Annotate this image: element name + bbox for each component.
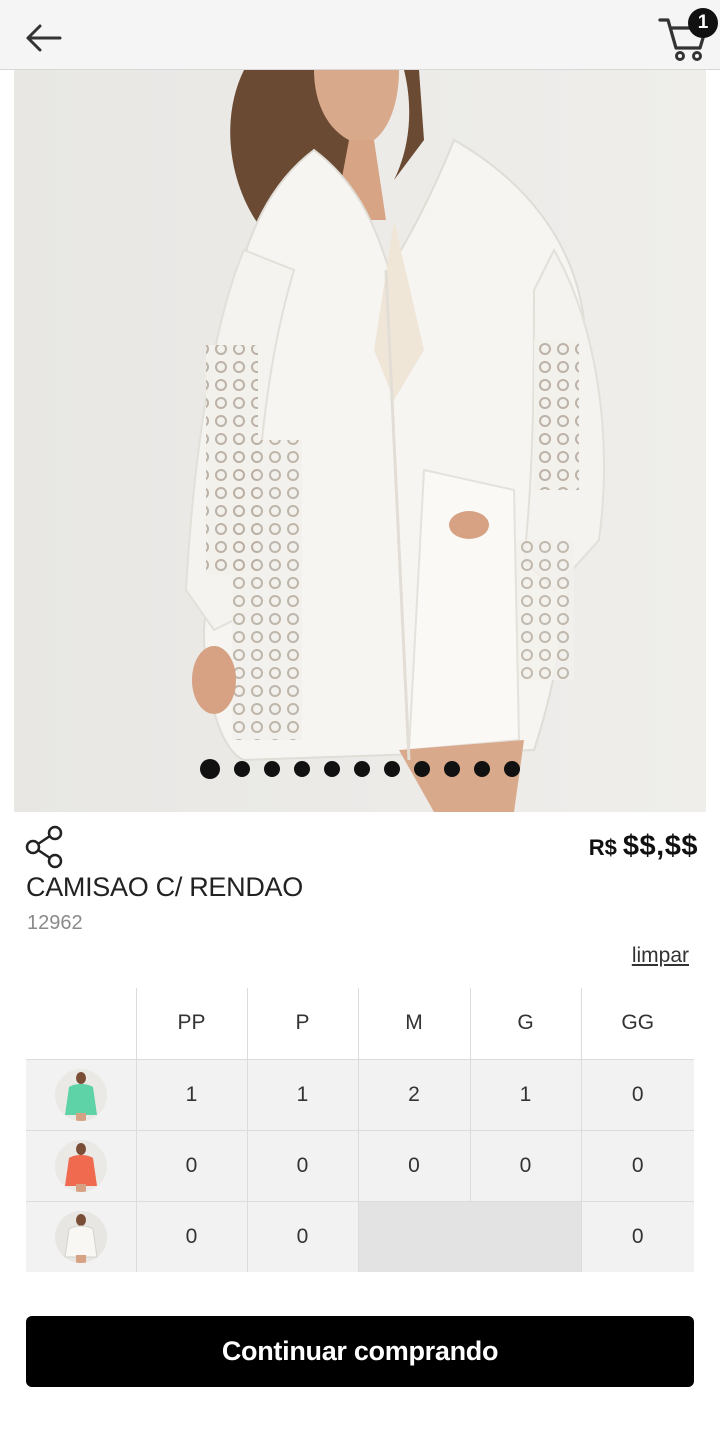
- unavailable-cell: [357, 1200, 470, 1272]
- product-name: CAMISAO C/ RENDAO: [26, 872, 303, 902]
- size-header: P: [246, 988, 358, 1059]
- size-header: G: [469, 988, 581, 1059]
- gallery-dot[interactable]: [474, 761, 490, 777]
- quantity-cell[interactable]: 0: [580, 1129, 694, 1201]
- color-swatch-cell[interactable]: [26, 1058, 136, 1130]
- size-color-quantity-grid: PP P M G GG 1 1 2 1 0 0 0 0 0 0 0 0 0: [26, 988, 694, 1272]
- color-thumbnail-white: [54, 1210, 107, 1263]
- share-icon: [25, 825, 63, 869]
- quantity-cell[interactable]: 0: [580, 1058, 694, 1130]
- gallery-dot[interactable]: [414, 761, 430, 777]
- gallery-dot[interactable]: [234, 761, 250, 777]
- color-thumbnail-green: [54, 1068, 107, 1121]
- quantity-cell[interactable]: 0: [135, 1200, 247, 1272]
- size-header: GG: [580, 988, 694, 1059]
- color-thumbnail-coral: [54, 1139, 107, 1192]
- quantity-cell[interactable]: 2: [357, 1058, 470, 1130]
- gallery-dot[interactable]: [294, 761, 310, 777]
- arrow-left-icon: [26, 24, 62, 52]
- color-row-green: 1 1 2 1 0: [26, 1058, 694, 1130]
- share-button[interactable]: [24, 824, 66, 870]
- color-row-coral: 0 0 0 0 0: [26, 1129, 694, 1201]
- quantity-cell[interactable]: 0: [357, 1129, 470, 1201]
- price-currency: R$: [588, 835, 617, 860]
- quantity-cell[interactable]: 0: [135, 1129, 247, 1201]
- color-swatch-cell[interactable]: [26, 1200, 136, 1272]
- unavailable-cell: [470, 1200, 581, 1272]
- gallery-dot[interactable]: [384, 761, 400, 777]
- gallery-dot[interactable]: [444, 761, 460, 777]
- gallery-dot[interactable]: [504, 761, 520, 777]
- quantity-cell[interactable]: 1: [469, 1058, 581, 1130]
- quantity-cell[interactable]: 0: [246, 1200, 358, 1272]
- color-row-white: 0 0 0: [26, 1200, 694, 1272]
- top-bar: 1: [0, 0, 720, 70]
- product-code: 12962: [27, 912, 83, 934]
- quantity-cell[interactable]: 1: [246, 1058, 358, 1130]
- color-swatch-cell[interactable]: [26, 1129, 136, 1201]
- gallery-dot[interactable]: [324, 761, 340, 777]
- gallery-dot[interactable]: [200, 759, 220, 779]
- size-header-row: PP P M G GG: [26, 988, 694, 1059]
- gallery-dot[interactable]: [354, 761, 370, 777]
- product-photo: [14, 70, 706, 812]
- back-button[interactable]: [20, 18, 68, 58]
- quantity-cell[interactable]: 1: [135, 1058, 247, 1130]
- grid-corner: [26, 988, 136, 1059]
- clear-quantities-link[interactable]: limpar: [632, 944, 689, 968]
- product-price: R$ $$,$$: [589, 830, 698, 863]
- gallery-dot[interactable]: [264, 761, 280, 777]
- quantity-cell[interactable]: 0: [580, 1200, 694, 1272]
- price-value: $$,$$: [622, 830, 698, 862]
- quantity-cell[interactable]: 0: [246, 1129, 358, 1201]
- cart-count-badge: 1: [688, 8, 718, 38]
- gallery-pagination: [14, 758, 706, 780]
- quantity-cell[interactable]: 0: [469, 1129, 581, 1201]
- product-image-gallery[interactable]: [14, 70, 706, 812]
- size-header: M: [357, 988, 470, 1059]
- continue-shopping-button[interactable]: Continuar comprando: [26, 1316, 694, 1387]
- size-header: PP: [135, 988, 247, 1059]
